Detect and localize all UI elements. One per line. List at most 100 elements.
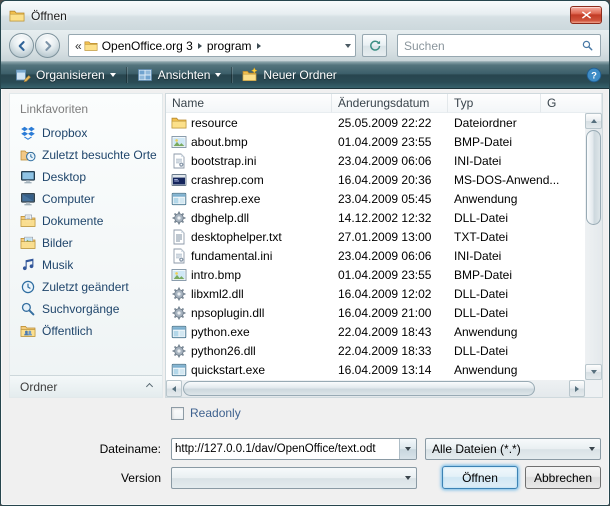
views-button[interactable]: Ansichten — [129, 64, 230, 87]
file-row-python-exe[interactable]: python.exe22.04.2009 18:43Anwendung — [166, 322, 585, 341]
titlebar[interactable]: Öffnen — [1, 1, 609, 30]
filename-dropdown-button[interactable] — [399, 439, 416, 459]
search-box[interactable] — [397, 34, 601, 57]
sidebar-item-zuletzt-besuchte-orte[interactable]: Zuletzt besuchte Orte — [10, 144, 162, 166]
sidebar-item-zuletzt-ge-ndert[interactable]: Zuletzt geändert — [10, 276, 162, 298]
organize-button[interactable]: Organisieren — [7, 64, 124, 87]
sidebar-item-label: Desktop — [42, 170, 86, 184]
sidebar-item-desktop[interactable]: Desktop — [10, 166, 162, 188]
version-select[interactable] — [171, 467, 417, 489]
file-type: MS-DOS-Anwend... — [448, 173, 585, 187]
scroll-right-button[interactable] — [569, 380, 585, 397]
sidebar-item-musik[interactable]: Musik — [10, 254, 162, 276]
column-header-name[interactable]: Name — [166, 94, 332, 113]
sidebar-item-ffentlich[interactable]: Öffentlich — [10, 320, 162, 342]
readonly-row: Readonly — [171, 406, 241, 420]
file-name-cell: desktophelper.txt — [166, 229, 332, 245]
cancel-button[interactable]: Abbrechen — [525, 466, 601, 489]
refresh-icon — [368, 39, 382, 53]
file-date: 23.04.2009 06:06 — [332, 249, 448, 263]
file-row-fundamental-ini[interactable]: fundamental.ini23.04.2009 06:06INI-Datei — [166, 246, 585, 265]
documents-icon — [20, 213, 36, 229]
file-type: DLL-Datei — [448, 344, 585, 358]
file-name: python.exe — [191, 325, 250, 339]
svg-text:?: ? — [591, 71, 597, 82]
scrollbar-corner — [585, 380, 602, 397]
sidebar-item-suchvorg-nge[interactable]: Suchvorgänge — [10, 298, 162, 320]
sidebar-item-computer[interactable]: Computer — [10, 188, 162, 210]
scroll-down-button[interactable] — [585, 364, 602, 380]
filename-combobox[interactable] — [171, 438, 417, 460]
sidebar-item-dropbox[interactable]: Dropbox — [10, 122, 162, 144]
close-button[interactable] — [570, 6, 602, 24]
file-row-crashrep-com[interactable]: crashrep.com16.04.2009 20:36MS-DOS-Anwen… — [166, 170, 585, 189]
column-header-size[interactable]: G — [541, 94, 602, 113]
file-row-resource[interactable]: resource25.05.2009 22:22Dateiordner — [166, 113, 585, 132]
file-row-quickstart-exe[interactable]: quickstart.exe16.04.2009 13:14Anwendung — [166, 360, 585, 379]
file-date: 25.05.2009 22:22 — [332, 116, 448, 130]
refresh-button[interactable] — [362, 34, 387, 57]
dll-icon — [171, 305, 187, 321]
folders-toggle[interactable]: Ordner — [10, 375, 162, 397]
breadcrumb-segment-1[interactable]: OpenOffice.org 3 — [98, 37, 197, 55]
breadcrumb-segment-2[interactable]: program — [203, 37, 256, 55]
filename-input[interactable] — [172, 443, 399, 455]
scroll-left-button[interactable] — [166, 380, 182, 397]
version-label: Version — [9, 471, 171, 485]
filetype-select[interactable]: Alle Dateien (*.*) — [425, 438, 601, 460]
sidebar-item-bilder[interactable]: Bilder — [10, 232, 162, 254]
file-date: 16.04.2009 20:36 — [332, 173, 448, 187]
file-type: Anwendung — [448, 363, 585, 377]
toolbar-separator — [126, 67, 127, 83]
readonly-checkbox[interactable] — [171, 407, 184, 420]
arrow-right-icon — [575, 386, 579, 392]
version-row: Version Öffnen Abbrechen — [9, 466, 601, 489]
file-row-bootstrap-ini[interactable]: bootstrap.ini23.04.2009 06:06INI-Datei — [166, 151, 585, 170]
column-header-label: Typ — [454, 96, 473, 110]
sidebar-item-label: Bilder — [42, 236, 73, 250]
vertical-scrollbar[interactable] — [585, 113, 602, 380]
vertical-scrollbar-thumb[interactable] — [586, 130, 601, 225]
back-button[interactable] — [9, 33, 34, 58]
file-date: 22.04.2009 18:33 — [332, 344, 448, 358]
dropbox-icon — [20, 125, 36, 141]
search-input[interactable] — [404, 39, 581, 53]
file-name: resource — [191, 116, 238, 130]
sidebar-item-label: Dropbox — [42, 126, 87, 140]
file-row-dbghelp-dll[interactable]: dbghelp.dll14.12.2002 12:32DLL-Datei — [166, 208, 585, 227]
music-icon — [20, 257, 36, 273]
breadcrumb-overflow-button[interactable]: « — [73, 39, 84, 53]
forward-button[interactable] — [35, 33, 60, 58]
help-icon: ? — [586, 67, 602, 83]
file-row-libxml2-dll[interactable]: libxml2.dll16.04.2009 12:02DLL-Datei — [166, 284, 585, 303]
file-row-about-bmp[interactable]: about.bmp01.04.2009 23:55BMP-Datei — [166, 132, 585, 151]
column-header-type[interactable]: Typ — [448, 94, 541, 113]
address-dropdown-icon[interactable] — [345, 44, 351, 48]
sidebar-item-label: Computer — [42, 192, 95, 206]
breadcrumb-arrow-icon[interactable] — [257, 43, 261, 49]
sidebar-item-dokumente[interactable]: Dokumente — [10, 210, 162, 232]
file-row-npsoplugin-dll[interactable]: npsoplugin.dll16.04.2009 21:00DLL-Datei — [166, 303, 585, 322]
file-list-body[interactable]: resource25.05.2009 22:22Dateiordnerabout… — [166, 113, 585, 380]
horizontal-scrollbar[interactable] — [166, 380, 585, 397]
address-bar[interactable]: « OpenOffice.org 3 program — [68, 34, 356, 57]
file-row-python26-dll[interactable]: python26.dll22.04.2009 18:33DLL-Datei — [166, 341, 585, 360]
column-header-date[interactable]: Änderungsdatum — [332, 94, 448, 113]
new-folder-button[interactable]: Neuer Ordner — [234, 64, 344, 87]
dll-icon — [171, 210, 187, 226]
help-button[interactable]: ? — [585, 66, 603, 84]
file-row-crashrep-exe[interactable]: crashrep.exe23.04.2009 05:45Anwendung — [166, 189, 585, 208]
open-dialog: Öffnen « OpenOffice.org 3 program — [0, 0, 610, 506]
horizontal-scrollbar-thumb[interactable] — [183, 381, 535, 396]
forward-arrow-icon — [41, 39, 55, 53]
file-date: 16.04.2009 13:14 — [332, 363, 448, 377]
file-type: TXT-Datei — [448, 230, 585, 244]
file-name: libxml2.dll — [191, 287, 244, 301]
breadcrumb-arrow-icon[interactable] — [198, 43, 202, 49]
file-row-desktophelper-txt[interactable]: desktophelper.txt27.01.2009 13:00TXT-Dat… — [166, 227, 585, 246]
scroll-up-button[interactable] — [585, 113, 602, 129]
open-button[interactable]: Öffnen — [442, 466, 518, 489]
file-name-cell: fundamental.ini — [166, 248, 332, 264]
file-row-intro-bmp[interactable]: intro.bmp01.04.2009 23:55BMP-Datei — [166, 265, 585, 284]
window-title: Öffnen — [31, 9, 67, 23]
